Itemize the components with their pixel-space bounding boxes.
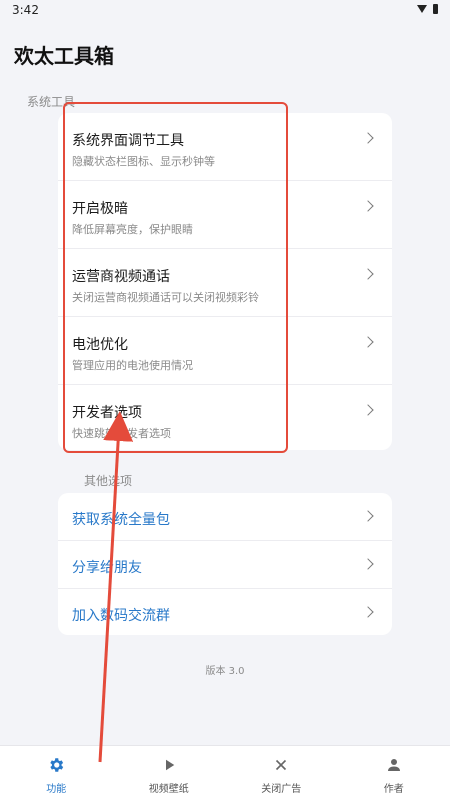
annotation-arrow (0, 0, 450, 800)
